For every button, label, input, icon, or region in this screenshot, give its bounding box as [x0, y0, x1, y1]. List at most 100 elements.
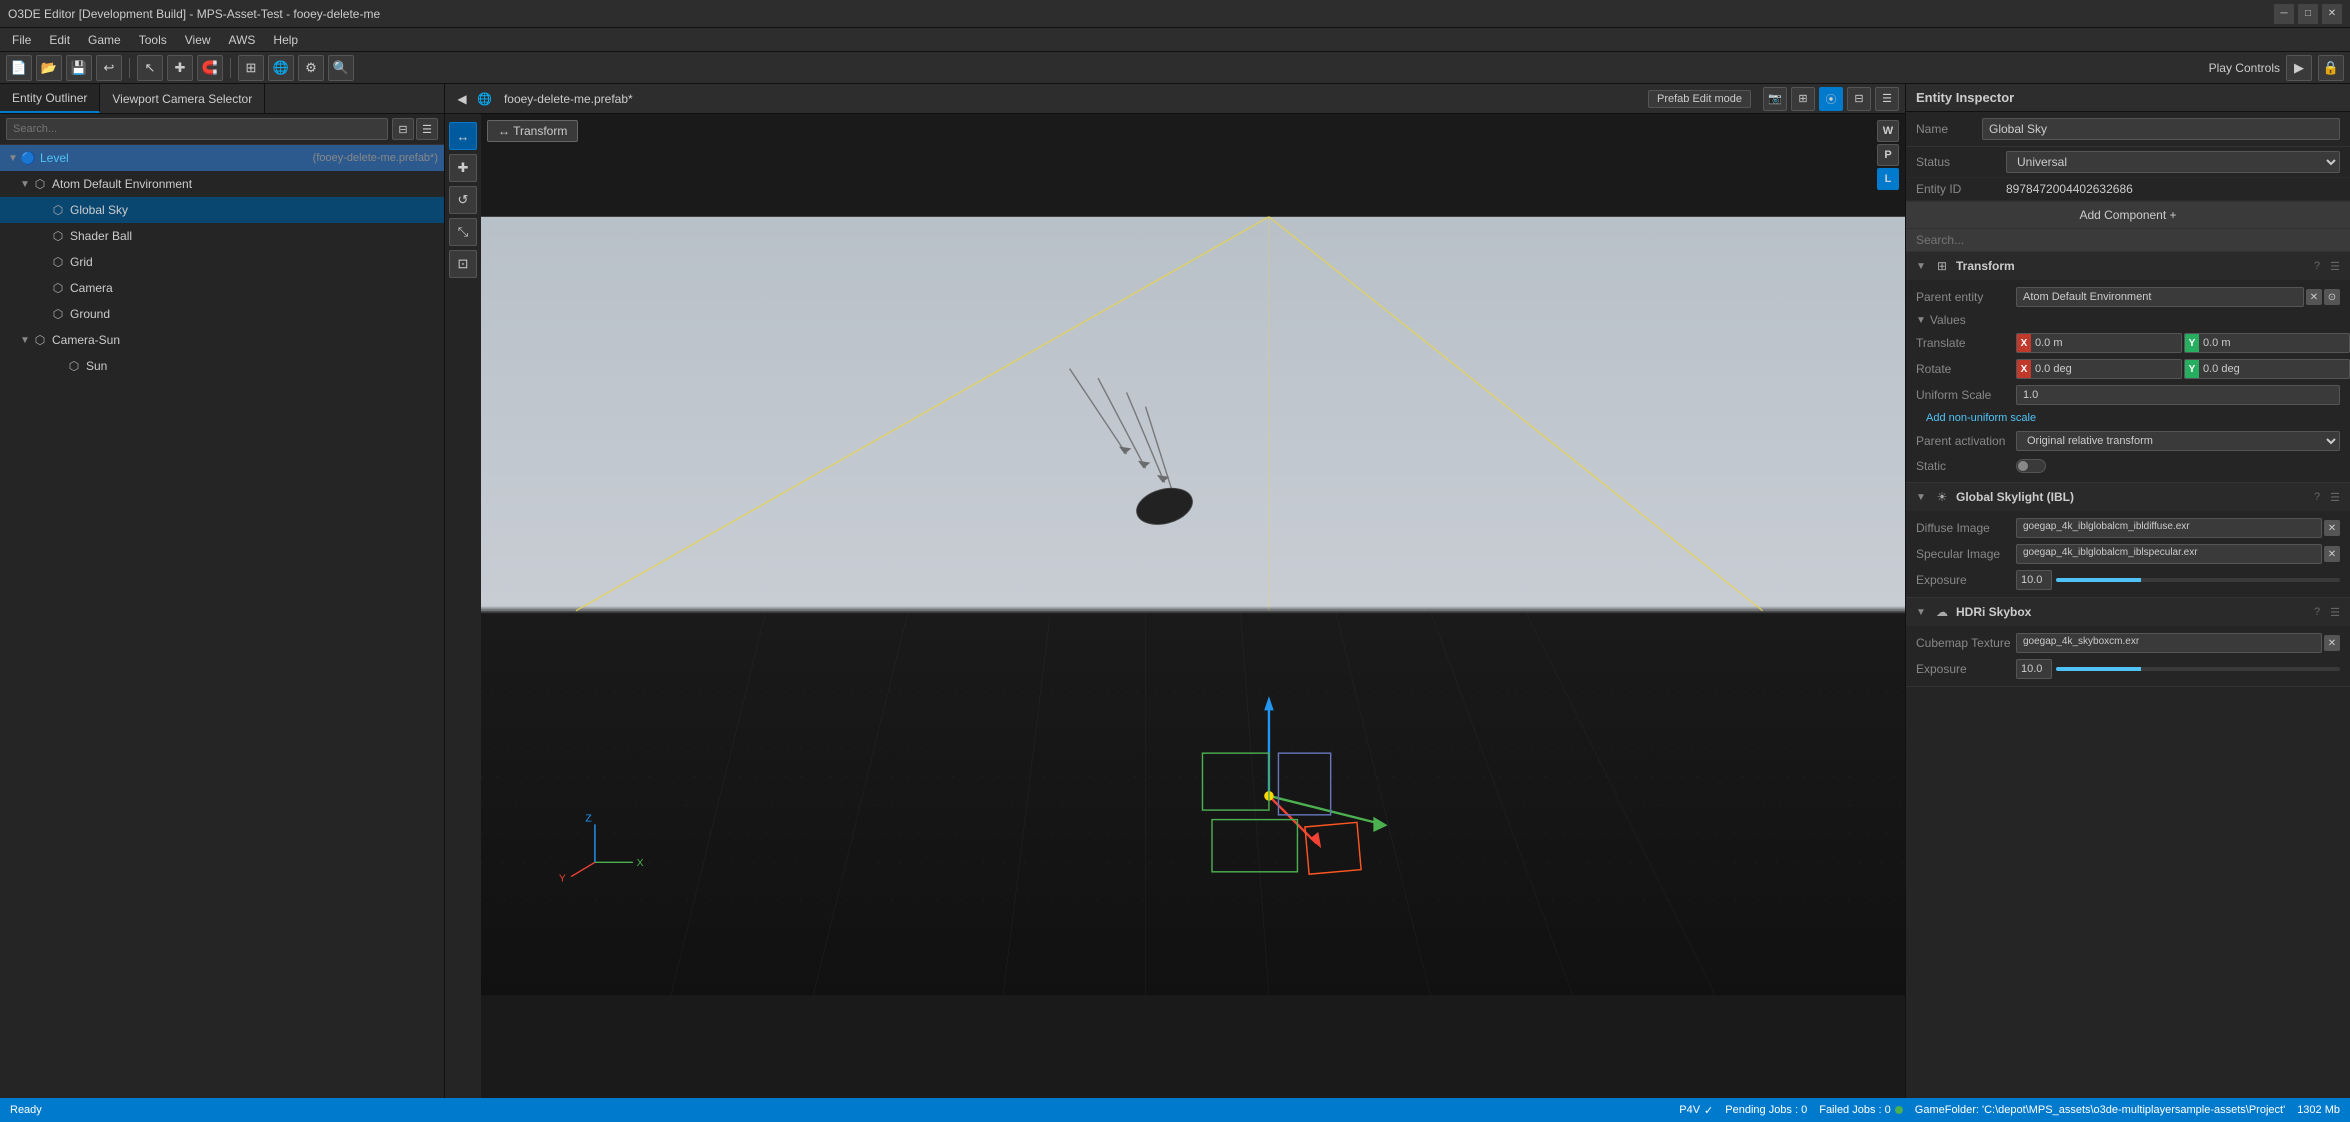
visibility-btn[interactable]: ● — [404, 280, 420, 296]
hdri-exposure-slider[interactable] — [2056, 667, 2340, 671]
skylight-header[interactable]: ▼ ☀ Global Skylight (IBL) ? ☰ — [1906, 483, 2350, 511]
transform-header[interactable]: ▼ ⊞ Transform ? ☰ — [1906, 252, 2350, 280]
minimize-button[interactable]: ─ — [2274, 4, 2294, 24]
add-nonuniform-btn[interactable]: Add non-uniform scale — [1916, 410, 2046, 426]
menu-file[interactable]: File — [4, 31, 39, 49]
diffuse-clear-btn[interactable]: ✕ — [2324, 520, 2340, 536]
transform-button[interactable]: ↔ Transform — [487, 120, 578, 142]
viewport-canvas[interactable]: ↔ ✚ ↺ ⤡ ⊡ W P L — [445, 114, 1905, 1098]
status-select[interactable]: Universal — [2006, 151, 2340, 173]
translate-y-input[interactable] — [2199, 337, 2349, 349]
skylight-menu-icon[interactable]: ☰ — [2330, 491, 2340, 504]
settings-btn-outliner[interactable]: ☰ — [416, 118, 438, 140]
outliner-search[interactable] — [6, 118, 388, 140]
tab-entity-outliner[interactable]: Entity Outliner — [0, 84, 100, 113]
snap-btn[interactable]: 🧲 — [197, 55, 223, 81]
hdri-help-icon[interactable]: ? — [2314, 606, 2320, 618]
menu-tools[interactable]: Tools — [131, 31, 175, 49]
display-settings-btn[interactable]: ⊟ — [1847, 87, 1871, 111]
specular-clear-btn[interactable]: ✕ — [2324, 546, 2340, 562]
list-item[interactable]: ▼ ⬡ Camera-Sun ● 🔒 — [0, 327, 444, 353]
parent-entity-input[interactable] — [2016, 287, 2304, 307]
camera-settings-btn[interactable]: 📷 — [1763, 87, 1787, 111]
name-input[interactable] — [1982, 118, 2340, 140]
parent-activation-select[interactable]: Original relative transform — [2016, 431, 2340, 451]
visibility-btn[interactable]: ● — [404, 332, 420, 348]
visibility-btn[interactable]: ● — [404, 176, 420, 192]
move-tool-btn[interactable]: ✚ — [449, 154, 477, 182]
grid-toggle-btn[interactable]: ⊞ — [1791, 87, 1815, 111]
add-component-button[interactable]: Add Component + — [1906, 201, 2350, 229]
visibility-btn[interactable]: ● — [404, 228, 420, 244]
lock-btn[interactable]: 🔒 — [422, 176, 438, 192]
p-button[interactable]: P — [1877, 144, 1899, 166]
list-item[interactable]: ⬡ Sun ● 🔒 — [0, 353, 444, 379]
rotate-y-input[interactable] — [2199, 363, 2349, 375]
visibility-btn[interactable]: ● — [404, 202, 420, 218]
translate-btn[interactable]: ✚ — [167, 55, 193, 81]
rotate-x-input[interactable] — [2031, 363, 2181, 375]
tab-viewport-camera[interactable]: Viewport Camera Selector — [100, 84, 265, 113]
list-item[interactable]: ⬡ Global Sky ● 🔒 — [0, 197, 444, 223]
hdri-header[interactable]: ▼ ☁ HDRi Skybox ? ☰ — [1906, 598, 2350, 626]
uniform-scale-input[interactable] — [2016, 385, 2340, 405]
inspector-search-input[interactable] — [1906, 229, 2350, 252]
menu-edit[interactable]: Edit — [41, 31, 78, 49]
lock-button[interactable]: 🔒 — [2318, 55, 2344, 81]
scale-tool-btn[interactable]: ⤡ — [449, 218, 477, 246]
more-settings-btn[interactable]: ☰ — [1875, 87, 1899, 111]
save-btn[interactable]: 💾 — [66, 55, 92, 81]
lock-btn[interactable]: 🔒 — [422, 358, 438, 374]
list-item[interactable]: ▼ ⬡ Atom Default Environment ● 🔒 — [0, 171, 444, 197]
undo-btn[interactable]: ↩ — [96, 55, 122, 81]
lock-btn[interactable]: 🔒 — [422, 280, 438, 296]
hdri-exposure-input[interactable] — [2016, 659, 2052, 679]
menu-view[interactable]: View — [177, 31, 219, 49]
rotate-tool-btn[interactable]: ↺ — [449, 186, 477, 214]
visibility-btn[interactable]: ● — [404, 358, 420, 374]
search-btn[interactable]: 🔍 — [328, 55, 354, 81]
snap-tool-btn[interactable]: ⊡ — [449, 250, 477, 278]
perspective-btn[interactable]: ⦿ — [1819, 87, 1843, 111]
list-item[interactable]: ⬡ Grid ● 🔒 — [0, 249, 444, 275]
transform-menu-icon[interactable]: ☰ — [2330, 260, 2340, 273]
prefab-mode-btn[interactable]: Prefab Edit mode — [1648, 90, 1751, 108]
viewport-back-btn[interactable]: ◀ — [451, 88, 473, 110]
close-button[interactable]: ✕ — [2322, 4, 2342, 24]
settings-btn[interactable]: ⚙ — [298, 55, 324, 81]
skylight-exposure-input[interactable] — [2016, 570, 2052, 590]
restore-button[interactable]: □ — [2298, 4, 2318, 24]
translate-x-input[interactable] — [2031, 337, 2181, 349]
list-item[interactable]: ⬡ Shader Ball ● 🔒 — [0, 223, 444, 249]
lock-btn[interactable]: 🔒 — [422, 228, 438, 244]
lock-btn[interactable]: 🔒 — [422, 254, 438, 270]
menu-help[interactable]: Help — [265, 31, 306, 49]
w-button[interactable]: W — [1877, 120, 1899, 142]
parent-pick-btn[interactable]: ⊙ — [2324, 289, 2340, 305]
visibility-btn[interactable]: ● — [404, 254, 420, 270]
filter-btn[interactable]: ⊟ — [392, 118, 414, 140]
new-btn[interactable]: 📄 — [6, 55, 32, 81]
menu-aws[interactable]: AWS — [221, 31, 264, 49]
list-item[interactable]: ⬡ Camera 📷 ● 🔒 — [0, 275, 444, 301]
hdri-menu-icon[interactable]: ☰ — [2330, 606, 2340, 619]
menu-game[interactable]: Game — [80, 31, 129, 49]
camera-view-btn[interactable]: 📷 — [386, 280, 402, 296]
skylight-exposure-slider[interactable] — [2056, 578, 2340, 582]
grid-btn[interactable]: ⊞ — [238, 55, 264, 81]
visibility-btn[interactable]: ● — [404, 306, 420, 322]
skylight-help-icon[interactable]: ? — [2314, 491, 2320, 503]
lock-btn[interactable]: 🔒 — [422, 332, 438, 348]
transform-help-icon[interactable]: ? — [2314, 260, 2320, 272]
static-toggle[interactable] — [2016, 459, 2046, 473]
select-btn[interactable]: ↖ — [137, 55, 163, 81]
globe-btn[interactable]: 🌐 — [268, 55, 294, 81]
level-row[interactable]: ▼ 🔵 Level (fooey-delete-me.prefab*) — [0, 145, 444, 171]
lock-btn[interactable]: 🔒 — [422, 202, 438, 218]
l-button[interactable]: L — [1877, 168, 1899, 190]
parent-clear-btn[interactable]: ✕ — [2306, 289, 2322, 305]
open-btn[interactable]: 📂 — [36, 55, 62, 81]
lock-btn[interactable]: 🔒 — [422, 306, 438, 322]
play-button[interactable]: ▶ — [2286, 55, 2312, 81]
transform-tool-btn[interactable]: ↔ — [449, 122, 477, 150]
